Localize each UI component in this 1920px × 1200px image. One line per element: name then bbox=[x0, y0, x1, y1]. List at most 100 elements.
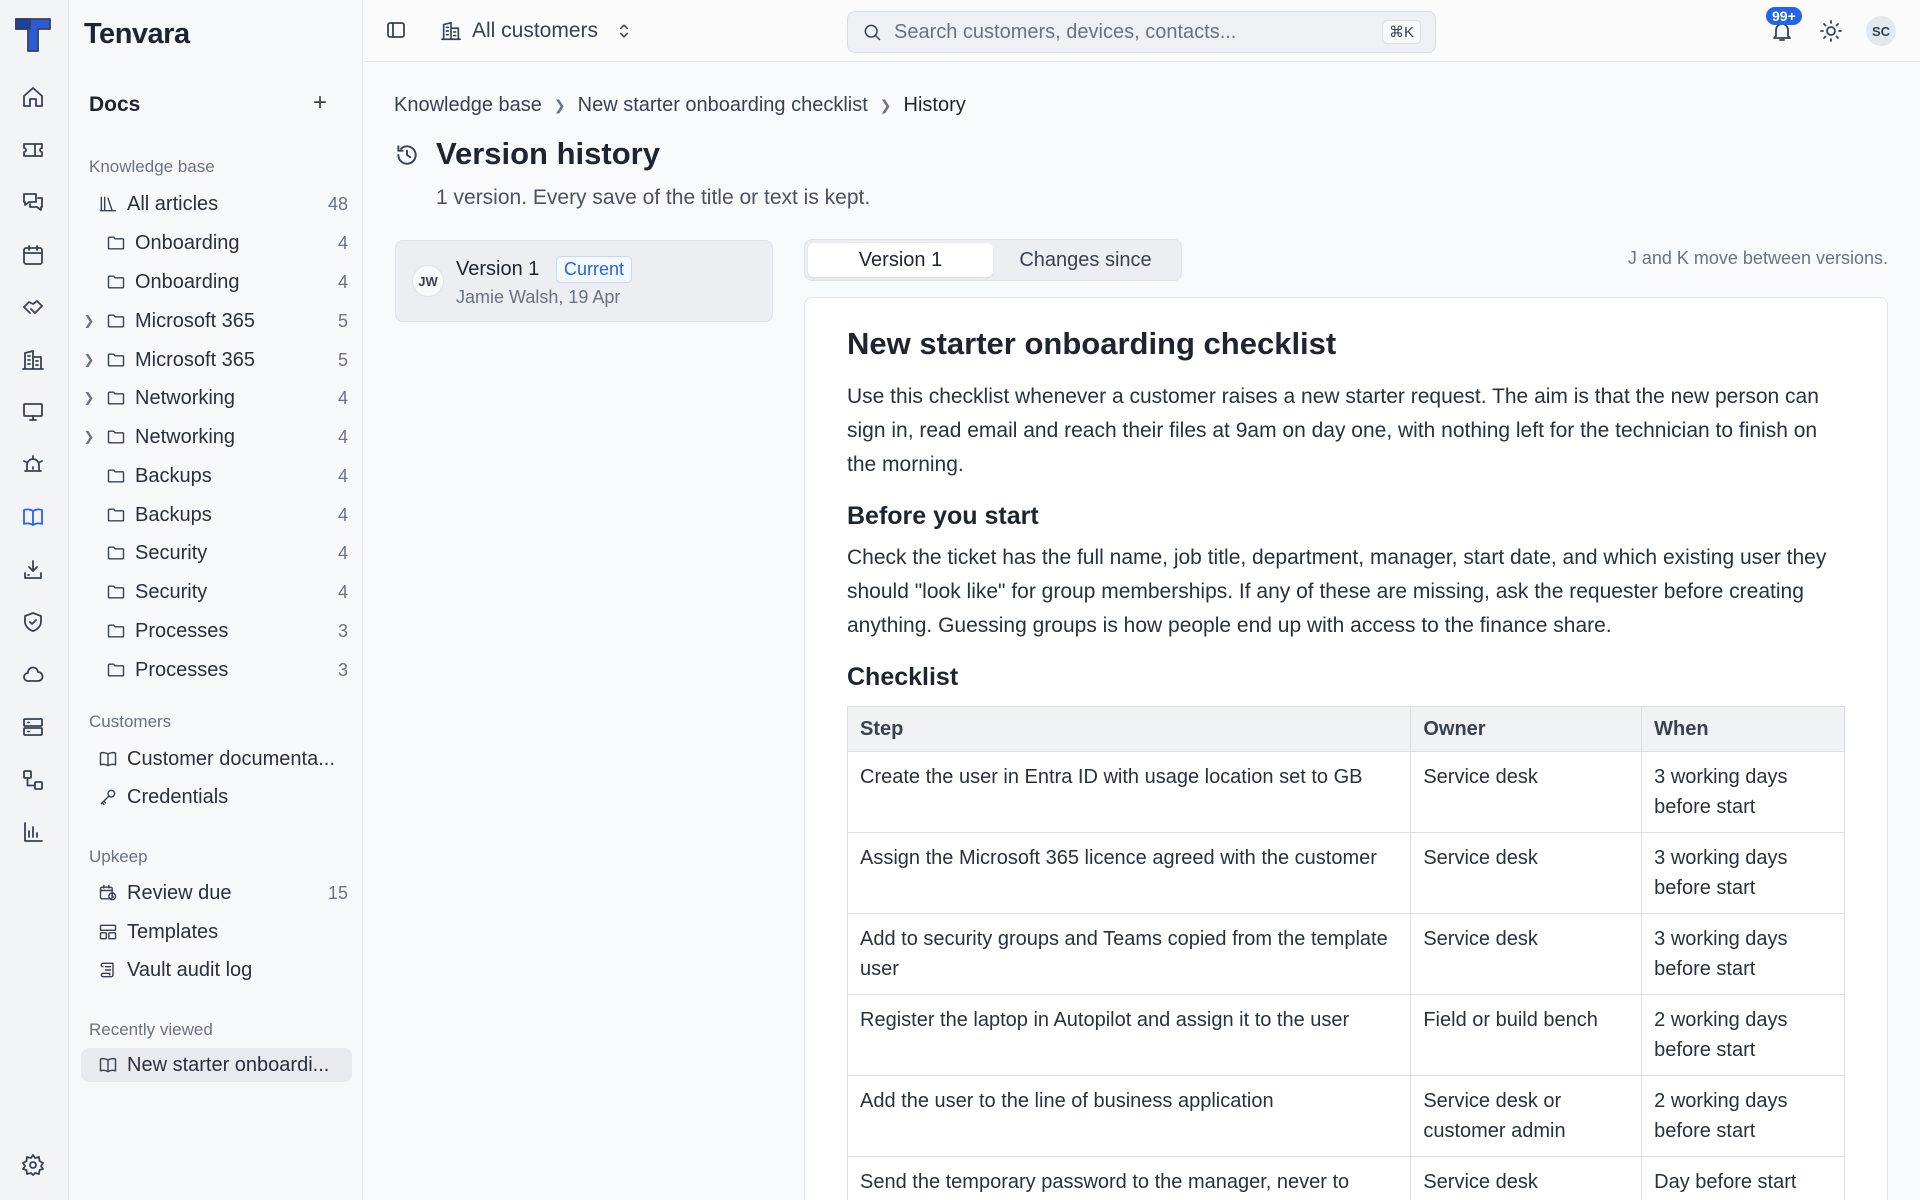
sidebar-folder[interactable]: Security 4 bbox=[81, 536, 352, 570]
sidebar-item-vault-audit-log[interactable]: Vault audit log bbox=[81, 953, 352, 987]
sidebar-item-review-due[interactable]: Review due 15 bbox=[81, 876, 352, 910]
shield-icon[interactable] bbox=[19, 608, 47, 636]
item-count: 3 bbox=[337, 620, 348, 641]
recently-viewed-label: Recently viewed bbox=[89, 1020, 213, 1039]
table-cell: 3 working days before start bbox=[1641, 751, 1845, 833]
sidebar-folder[interactable]: ❯ Microsoft 365 5 bbox=[81, 304, 352, 338]
sidebar-item-label: Networking bbox=[135, 425, 236, 448]
item-count: 4 bbox=[337, 465, 348, 486]
user-avatar[interactable]: SC bbox=[1866, 16, 1896, 46]
sidebar-item-label: Onboarding bbox=[135, 231, 240, 254]
home-icon[interactable] bbox=[19, 83, 47, 111]
tenvara-logo[interactable] bbox=[14, 17, 52, 53]
book-icon[interactable] bbox=[19, 503, 47, 531]
sidebar-folder[interactable]: Processes 3 bbox=[81, 614, 352, 648]
sidebar-item-label: Processes bbox=[135, 658, 229, 681]
document-preview: New starter onboarding checklist Use thi… bbox=[804, 297, 1888, 1200]
sidebar-item-label: Onboarding bbox=[135, 270, 240, 293]
building-icon bbox=[440, 20, 462, 42]
tab-changes-since[interactable]: Changes since bbox=[993, 243, 1178, 277]
sidebar-folder[interactable]: Processes 3 bbox=[81, 653, 352, 687]
table-cell: Register the laptop in Autopilot and ass… bbox=[846, 994, 1412, 1076]
sidebar-item-all-articles[interactable]: All articles 48 bbox=[81, 187, 352, 221]
cloud-icon[interactable] bbox=[19, 661, 47, 689]
folder-icon bbox=[105, 349, 127, 371]
item-count: 3 bbox=[337, 659, 348, 680]
sidebar-item-templates[interactable]: Templates bbox=[81, 915, 352, 949]
settings-icon[interactable] bbox=[19, 1151, 47, 1179]
sidebar-item-credentials[interactable]: Credentials bbox=[81, 780, 352, 814]
sidebar-toggle-icon[interactable] bbox=[384, 18, 408, 42]
item-count: 15 bbox=[327, 882, 348, 903]
chat-icon[interactable] bbox=[19, 188, 47, 216]
docs-title: Docs bbox=[89, 93, 141, 116]
view-toggle: Version 1 Changes since bbox=[804, 239, 1182, 281]
icon-rail bbox=[0, 0, 69, 1200]
breadcrumb-knowledge-base[interactable]: Knowledge base bbox=[394, 94, 542, 117]
server-icon[interactable] bbox=[19, 713, 47, 741]
section-heading: Checklist bbox=[847, 663, 959, 691]
notifications-badge: 99+ bbox=[1766, 7, 1802, 25]
breadcrumb-history: History bbox=[903, 94, 966, 116]
sidebar-folder[interactable]: Backups 4 bbox=[81, 498, 352, 532]
sidebar-folder[interactable]: Security 4 bbox=[81, 575, 352, 609]
alarm-icon[interactable] bbox=[19, 451, 47, 479]
version-item[interactable]: JW Version 1 Current Jamie Walsh, 19 Apr bbox=[395, 240, 773, 322]
table-row: Register the laptop in Autopilot and ass… bbox=[846, 994, 1845, 1076]
item-count: 4 bbox=[337, 504, 348, 525]
keyboard-hint: J and K move between versions. bbox=[1627, 248, 1888, 268]
table-row: Send the temporary password to the manag… bbox=[846, 1156, 1845, 1200]
table-cell: Service desk or customer admin bbox=[1410, 1075, 1643, 1157]
chevron-right-icon: ❯ bbox=[553, 97, 566, 113]
sidebar-folder[interactable]: Onboarding 4 bbox=[81, 265, 352, 299]
download-icon[interactable] bbox=[19, 556, 47, 584]
item-count: 4 bbox=[337, 581, 348, 602]
sidebar-folder[interactable]: ❯ Microsoft 365 5 bbox=[81, 343, 352, 377]
building-icon[interactable] bbox=[19, 346, 47, 374]
recent-item-new-starter[interactable]: New starter onboardi... bbox=[81, 1048, 352, 1082]
theme-toggle-icon[interactable] bbox=[1819, 19, 1843, 43]
add-doc-button[interactable]: + bbox=[308, 91, 332, 116]
tab-version-1[interactable]: Version 1 bbox=[808, 243, 993, 277]
sidebar-item-label: Vault audit log bbox=[127, 958, 253, 981]
handshake-icon[interactable] bbox=[19, 293, 47, 321]
ticket-icon[interactable] bbox=[19, 136, 47, 164]
chevron-right-icon[interactable]: ❯ bbox=[81, 429, 97, 445]
breadcrumb-article[interactable]: New starter onboarding checklist bbox=[578, 94, 868, 117]
chevron-updown-icon bbox=[614, 21, 634, 41]
sidebar-item-label: Microsoft 365 bbox=[135, 348, 256, 371]
breadcrumb: Knowledge base ❯ New starter onboarding … bbox=[394, 94, 966, 117]
customer-selector[interactable]: All customers bbox=[440, 16, 634, 46]
sidebar-folder[interactable]: Backups 4 bbox=[81, 459, 352, 493]
sidebar-folder[interactable]: ❯ Networking 4 bbox=[81, 381, 352, 415]
folder-icon bbox=[105, 271, 127, 293]
item-count: 4 bbox=[337, 387, 348, 408]
sidebar-item-label: Security bbox=[135, 580, 208, 603]
chevron-right-icon[interactable]: ❯ bbox=[81, 390, 97, 406]
sidebar-item-customer-documentation[interactable]: Customer documenta... bbox=[81, 742, 352, 776]
table-row: Add the user to the line of business app… bbox=[846, 1075, 1845, 1157]
sidebar-folder[interactable]: ❯ Networking 4 bbox=[81, 420, 352, 454]
chart-icon[interactable] bbox=[19, 818, 47, 846]
folder-icon bbox=[105, 542, 127, 564]
table-cell: Service desk bbox=[1410, 913, 1643, 995]
upkeep-label: Upkeep bbox=[89, 847, 148, 866]
history-icon bbox=[394, 142, 420, 168]
global-search[interactable]: ⌘K bbox=[847, 11, 1436, 53]
sidebar-item-label: Microsoft 365 bbox=[135, 309, 256, 332]
author-avatar: JW bbox=[412, 265, 444, 297]
workflow-icon[interactable] bbox=[19, 766, 47, 794]
sidebar-item-label: Review due bbox=[127, 881, 232, 904]
page-subtitle: 1 version. Every save of the title or te… bbox=[436, 186, 871, 209]
chevron-right-icon[interactable]: ❯ bbox=[81, 352, 97, 368]
version-name: Version 1 bbox=[456, 258, 540, 280]
monitor-icon[interactable] bbox=[19, 398, 47, 426]
template-icon bbox=[97, 921, 119, 943]
calendar-icon[interactable] bbox=[19, 241, 47, 269]
sidebar-folder[interactable]: Onboarding 4 bbox=[81, 226, 352, 260]
chevron-right-icon[interactable]: ❯ bbox=[81, 313, 97, 329]
column-header: Owner bbox=[1410, 706, 1643, 752]
search-input[interactable] bbox=[894, 20, 1382, 44]
checklist-table: Step Owner When Create the user in Entra… bbox=[846, 706, 1845, 1200]
table-row: Create the user in Entra ID with usage l… bbox=[846, 751, 1845, 833]
